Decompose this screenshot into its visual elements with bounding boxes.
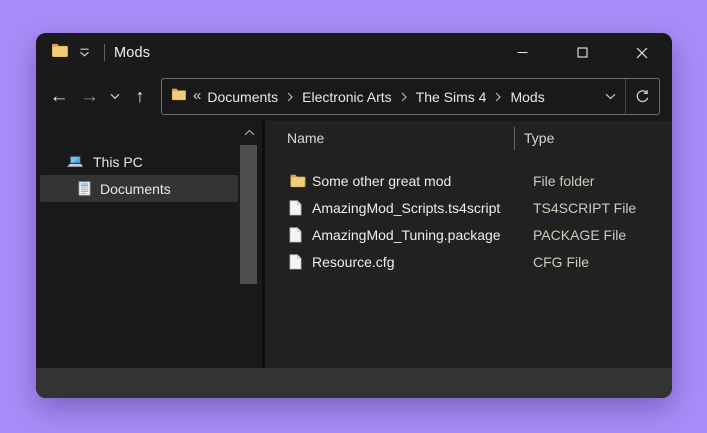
file-icon — [289, 199, 312, 216]
navigation-pane: This PC Documents — [36, 121, 262, 368]
breadcrumb-item-mods[interactable]: Mods — [507, 89, 547, 105]
sidebar-item-documents[interactable]: Documents — [40, 175, 238, 202]
file-explorer-window: Mods ← → ↑ « Documents Electronic Arts T… — [36, 33, 672, 398]
breadcrumb-separator-icon[interactable] — [495, 92, 502, 102]
file-icon — [289, 226, 312, 243]
column-headers: Name Type — [265, 121, 672, 155]
file-row[interactable]: AmazingMod_Tuning.package PACKAGE File — [265, 221, 672, 248]
breadcrumb-separator-icon[interactable] — [287, 92, 294, 102]
minimize-button[interactable] — [492, 33, 552, 72]
titlebar-divider — [104, 44, 105, 61]
file-type: CFG File — [533, 253, 589, 270]
refresh-button[interactable] — [626, 79, 659, 114]
file-row[interactable]: AmazingMod_Scripts.ts4script TS4SCRIPT F… — [265, 194, 672, 221]
column-header-name[interactable]: Name — [287, 130, 514, 146]
file-name: Resource.cfg — [312, 253, 395, 270]
window-controls — [492, 33, 672, 72]
status-bar — [36, 368, 672, 398]
address-bar[interactable]: « Documents Electronic Arts The Sims 4 M… — [161, 78, 660, 115]
sidebar-scrollbar[interactable] — [238, 121, 260, 368]
up-button[interactable]: ↑ — [126, 80, 154, 114]
file-icon — [289, 253, 312, 270]
file-name: Some other great mod — [312, 172, 452, 189]
content-area: This PC Documents Name Type Some other g… — [36, 121, 672, 368]
column-separator[interactable] — [514, 126, 515, 150]
maximize-icon — [576, 47, 588, 58]
scrollbar-thumb[interactable] — [240, 145, 257, 284]
file-list-pane: Name Type Some other great mod File fold… — [265, 121, 672, 368]
chevron-up-icon — [244, 129, 254, 135]
breadcrumb: Documents Electronic Arts The Sims 4 Mod… — [204, 89, 595, 105]
recent-locations-button[interactable] — [106, 80, 124, 114]
document-icon — [78, 181, 91, 196]
breadcrumb-overflow-icon[interactable]: « — [193, 87, 201, 104]
file-name: AmazingMod_Tuning.package — [312, 226, 501, 243]
address-dropdown-button[interactable] — [595, 79, 625, 114]
forward-button[interactable]: → — [76, 80, 103, 114]
chevron-down-icon — [110, 93, 120, 100]
breadcrumb-item-electronic-arts[interactable]: Electronic Arts — [299, 89, 394, 105]
folder-icon — [171, 87, 186, 106]
file-type: PACKAGE File — [533, 226, 627, 243]
breadcrumb-separator-icon[interactable] — [401, 92, 407, 102]
sidebar-item-label: Documents — [100, 180, 171, 197]
sidebar-item-label: This PC — [93, 153, 143, 170]
file-name: AmazingMod_Scripts.ts4script — [312, 199, 501, 216]
refresh-icon — [636, 90, 649, 103]
quick-access-toolbar — [36, 42, 105, 63]
breadcrumb-item-documents[interactable]: Documents — [204, 89, 281, 105]
file-type: File folder — [533, 172, 595, 189]
close-icon — [636, 47, 648, 58]
up-arrow-icon: ↑ — [135, 86, 145, 106]
quick-access-dropdown-button[interactable] — [79, 44, 90, 62]
column-header-type[interactable]: Type — [524, 130, 554, 146]
close-button[interactable] — [612, 33, 672, 72]
navigation-toolbar: ← → ↑ « Documents Electronic Arts The Si… — [36, 72, 672, 121]
back-button[interactable]: ← — [42, 80, 76, 114]
file-row[interactable]: Resource.cfg CFG File — [265, 248, 672, 275]
file-list: Some other great mod File folder Amazing… — [265, 155, 672, 275]
back-arrow-icon: ← — [49, 85, 69, 107]
title-bar: Mods — [36, 33, 672, 72]
forward-arrow-icon: → — [80, 85, 99, 107]
chevron-down-icon — [605, 93, 615, 100]
sidebar-item-this-pc[interactable]: This PC — [40, 148, 238, 175]
window-title: Mods — [114, 44, 151, 61]
minimize-icon — [517, 51, 527, 54]
maximize-button[interactable] — [552, 33, 612, 72]
file-type: TS4SCRIPT File — [533, 199, 637, 216]
pc-icon — [66, 154, 84, 169]
folder-icon — [51, 42, 68, 63]
breadcrumb-item-the-sims-4[interactable]: The Sims 4 — [413, 89, 490, 105]
folder-icon — [289, 173, 312, 188]
file-row[interactable]: Some other great mod File folder — [265, 167, 672, 194]
scroll-up-button[interactable] — [238, 121, 260, 143]
